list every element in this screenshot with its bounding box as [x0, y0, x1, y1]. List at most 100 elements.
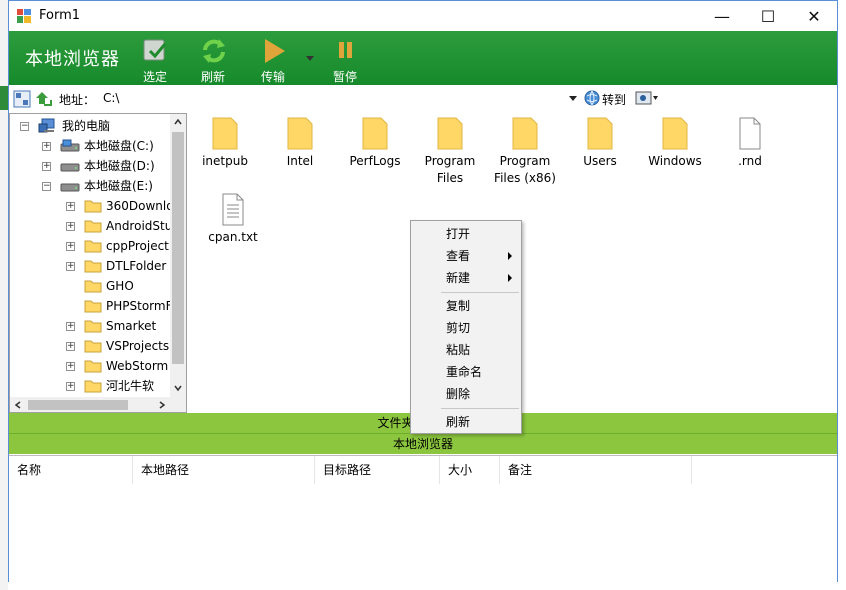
scroll-right-icon[interactable] — [158, 401, 166, 409]
expand-icon[interactable]: + — [66, 222, 75, 231]
expand-icon[interactable]: + — [66, 342, 75, 351]
file-item-folder[interactable]: Intel — [264, 115, 336, 170]
app-icon — [17, 9, 31, 23]
column-header-name[interactable]: 名称 — [9, 456, 133, 484]
document-icon — [739, 117, 761, 150]
scroll-down-icon[interactable] — [174, 384, 182, 392]
select-button[interactable]: 选定 — [129, 34, 181, 84]
pause-icon — [339, 42, 352, 58]
tree-vertical-scroll-thumb[interactable] — [172, 132, 184, 364]
status-bar-title: 本地浏览器 — [9, 433, 837, 454]
menu-item-label: 新建 — [446, 271, 471, 285]
folder-icon — [84, 240, 102, 253]
minimize-button[interactable]: — — [699, 1, 745, 31]
expand-icon[interactable]: + — [42, 162, 51, 171]
file-item-folder[interactable]: inetpub — [189, 115, 261, 170]
tree-item-label: 我的电脑 — [62, 119, 111, 133]
close-button[interactable]: ✕ — [791, 1, 837, 31]
folder-icon — [84, 320, 102, 333]
maximize-icon: ☐ — [760, 6, 776, 26]
pause-button-label: 暂停 — [332, 70, 357, 84]
tree-item-label: Smarket — [106, 319, 157, 333]
maximize-button[interactable]: ☐ — [745, 1, 791, 31]
file-item-label: Program Files — [424, 154, 476, 185]
transfer-button[interactable]: 传输 — [247, 34, 299, 84]
tree-item-label: VSProjects — [106, 339, 170, 353]
tree-item-label: PHPStormF — [106, 299, 173, 313]
tree-horizontal-scroll-thumb[interactable] — [28, 400, 128, 410]
collapse-icon[interactable]: − — [20, 122, 29, 131]
close-icon: ✕ — [807, 6, 821, 26]
expand-icon[interactable]: + — [66, 362, 75, 371]
folder-tree[interactable]: − 我的电脑 + 本地磁盘(C:) + 本地磁盘(D:) − 本地磁盘(E:) … — [9, 113, 187, 413]
file-item-folder[interactable]: Program Files — [414, 115, 486, 187]
column-header-size[interactable]: 大小 — [440, 456, 500, 484]
menu-item-rename[interactable]: 重命名 — [412, 361, 520, 383]
expand-icon[interactable]: + — [66, 322, 75, 331]
file-item-file[interactable]: cpan.txt — [197, 191, 269, 246]
tree-item-label: WebStorm — [106, 359, 169, 373]
menu-item-view[interactable]: 查看 — [412, 245, 520, 267]
file-item-folder[interactable]: PerfLogs — [339, 115, 411, 170]
text-file-icon — [222, 193, 244, 226]
view-mode-icon[interactable] — [635, 91, 659, 105]
menu-item-refresh[interactable]: 刷新 — [412, 411, 520, 433]
expand-icon[interactable]: + — [66, 242, 75, 251]
refresh-icon — [203, 39, 225, 63]
transfer-list-view[interactable]: 名称 本地路径 目标路径 大小 备注 — [9, 455, 837, 582]
file-item-folder[interactable]: Users — [564, 115, 636, 170]
menu-item-cut[interactable]: 剪切 — [412, 317, 520, 339]
title-bar[interactable]: Form1 — ☐ ✕ — [9, 1, 837, 31]
globe-icon[interactable] — [584, 90, 600, 106]
menu-item-delete[interactable]: 删除 — [412, 383, 520, 405]
scroll-up-icon[interactable] — [174, 118, 182, 126]
up-folder-icon[interactable] — [35, 90, 53, 108]
background-window-strip — [0, 0, 8, 590]
pause-button[interactable]: 暂停 — [319, 34, 371, 84]
address-dropdown-icon[interactable] — [569, 94, 577, 102]
brand-title: 本地浏览器 — [25, 49, 120, 70]
file-item-label: Intel — [286, 154, 314, 168]
scroll-left-icon[interactable] — [14, 401, 22, 409]
tree-item-label: AndroidStu — [106, 219, 173, 233]
scroll-corner — [170, 397, 186, 412]
column-header-remark[interactable]: 备注 — [500, 456, 692, 484]
transfer-dropdown-arrow-icon[interactable] — [305, 53, 315, 63]
menu-item-new[interactable]: 新建 — [412, 267, 520, 289]
column-header-local-path[interactable]: 本地路径 — [133, 456, 315, 484]
expand-icon[interactable]: + — [66, 202, 75, 211]
address-input[interactable]: C:\ — [103, 91, 119, 105]
expand-icon[interactable]: + — [66, 382, 75, 391]
file-item-label: PerfLogs — [349, 154, 401, 168]
tree-item-label: 本地磁盘(C:) — [84, 139, 154, 153]
file-item-label: .rnd — [738, 154, 762, 168]
expand-icon[interactable]: + — [42, 142, 51, 151]
column-header-target-path[interactable]: 目标路径 — [315, 456, 440, 484]
tree-item-label: cppProject — [106, 239, 169, 253]
background-green-bar — [0, 86, 8, 110]
tree-item-label: 本地磁盘(E:) — [84, 179, 153, 193]
file-item-folder[interactable]: Program Files (x86) — [489, 115, 561, 187]
file-item-file[interactable]: .rnd — [714, 115, 786, 170]
tree-item-label: 河北牛软 — [106, 379, 155, 393]
drive-icon — [60, 183, 80, 192]
refresh-button-label: 刷新 — [200, 70, 225, 84]
play-icon — [265, 39, 285, 63]
menu-separator — [441, 292, 519, 293]
refresh-button[interactable]: 刷新 — [187, 34, 239, 84]
goto-button[interactable]: 转到 — [602, 91, 626, 108]
folder-icon — [512, 117, 538, 150]
drive-icon — [60, 163, 80, 172]
computer-icon — [38, 118, 55, 133]
file-item-folder[interactable]: Windows — [639, 115, 711, 170]
select-button-label: 选定 — [142, 70, 167, 84]
tree-item-label: 本地磁盘(D:) — [84, 159, 155, 173]
menu-item-open[interactable]: 打开 — [412, 223, 520, 245]
expand-icon[interactable]: + — [66, 262, 75, 271]
collapse-icon[interactable]: − — [42, 182, 51, 191]
menu-separator — [441, 408, 519, 409]
menu-item-paste[interactable]: 粘贴 — [412, 339, 520, 361]
window-title: Form1 — [39, 8, 81, 23]
menu-item-copy[interactable]: 复制 — [412, 295, 520, 317]
view-toggle-icon[interactable] — [13, 90, 31, 108]
